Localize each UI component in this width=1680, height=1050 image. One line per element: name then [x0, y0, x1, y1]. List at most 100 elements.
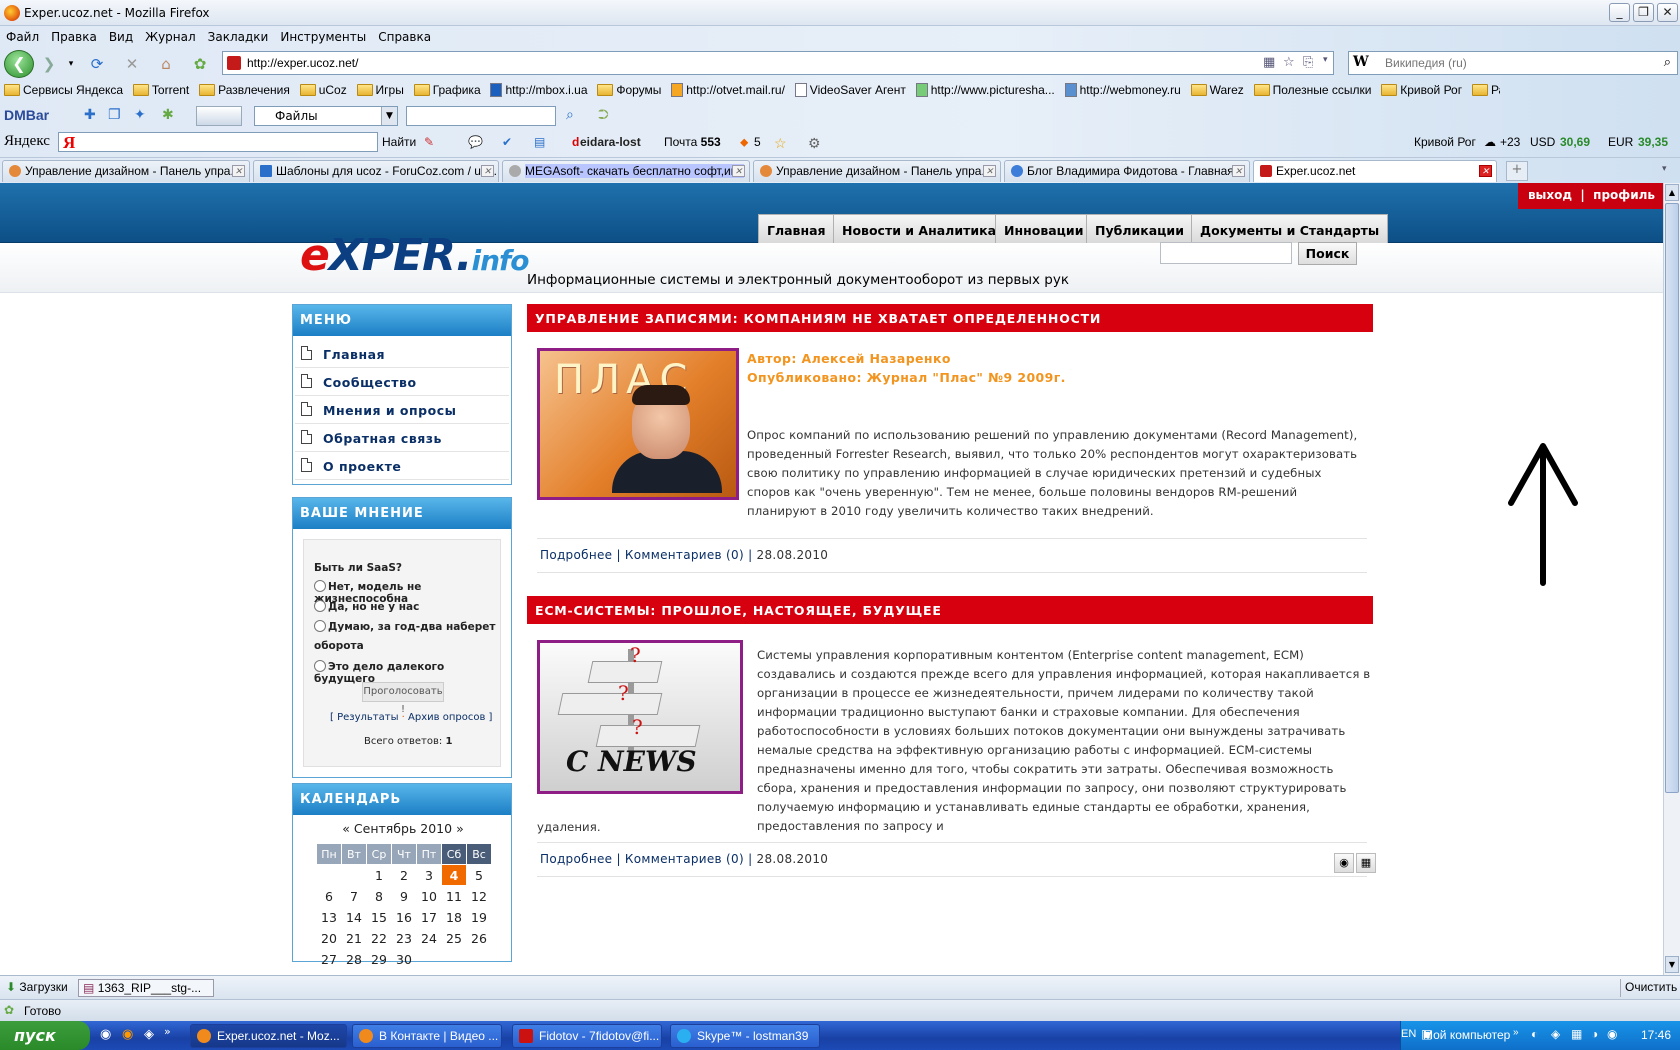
poll-archive-link[interactable]: Архив опросов	[408, 712, 485, 723]
menu-view[interactable]: Вид	[103, 27, 139, 44]
menu-history[interactable]: Журнал	[139, 27, 202, 44]
bookmark-item[interactable]: Torrent	[132, 80, 189, 97]
minimize-button[interactable]: _	[1609, 3, 1630, 22]
tray-security-icon[interactable]: ◈	[1551, 1027, 1560, 1041]
bookmark-item[interactable]: Форумы	[597, 80, 661, 97]
profile-link[interactable]: профиль	[1593, 188, 1655, 202]
bookmark-item[interactable]: VideoSaver Агент	[794, 80, 906, 97]
close-icon[interactable]: ✕	[481, 165, 494, 177]
close-icon[interactable]: ✕	[983, 165, 996, 177]
tray-mycomp[interactable]: Мой компьютер	[1423, 1028, 1510, 1042]
tray-skype-icon[interactable]: ◉	[1607, 1027, 1617, 1041]
dmbar-search-icon[interactable]: ⌕	[566, 107, 574, 123]
tab-megasoft[interactable]: MEGAsoft- скачать бесплатно софт,иг... ✕	[502, 160, 750, 182]
radio-button[interactable]	[314, 660, 326, 672]
rss-icon[interactable]: ▦	[1356, 853, 1376, 873]
document-icon[interactable]: ▤	[534, 135, 545, 149]
sidebar-item-feedback[interactable]: Обратная связь	[295, 424, 509, 452]
taskbar-item-vkontakte[interactable]: В Контакте | Видео ...	[352, 1024, 502, 1048]
tab-exper-active[interactable]: Exper.ucoz.net ✕	[1253, 160, 1497, 182]
nav-publications[interactable]: Публикации	[1086, 214, 1193, 244]
addon-icon[interactable]: ✿	[189, 53, 211, 75]
site-logo[interactable]: eXPER.info	[300, 230, 529, 281]
yandex-find-button[interactable]: Найти	[382, 135, 416, 149]
start-button[interactable]: пуск	[0, 1021, 90, 1050]
nav-news[interactable]: Новости и Аналитика	[833, 214, 1006, 244]
bookmark-item[interactable]: Игры	[356, 80, 404, 97]
scroll-up-icon[interactable]: ▲	[1665, 184, 1679, 201]
bookmark-item[interactable]: Warez	[1190, 80, 1244, 97]
dmbar-puzzle-icon[interactable]: ✦	[134, 107, 146, 123]
menu-file[interactable]: Файл	[0, 27, 45, 44]
tab-design-panel-2[interactable]: Управление дизайном - Панель упра... ✕	[753, 160, 1001, 182]
bookmark-item[interactable]: http://www.picturesha...	[915, 80, 1055, 97]
calendar-day-today[interactable]: 4	[442, 865, 466, 885]
forward-button[interactable]: ❯	[38, 53, 60, 75]
taskbar-item-skype[interactable]: Skype™ - lostman39	[670, 1024, 820, 1048]
nav-innovations[interactable]: Инновации	[995, 214, 1093, 244]
quicklaunch-app-icon[interactable]: ◈	[144, 1027, 154, 1042]
dmbar-windows-icon[interactable]: ❐	[108, 107, 121, 123]
bookmark-item[interactable]: Работа	[1471, 80, 1500, 97]
bookmark-item[interactable]: Полезные ссылки	[1253, 80, 1371, 97]
speech-icon[interactable]: 💬	[468, 135, 483, 149]
nav-documents[interactable]: Документы и Стандарты	[1191, 214, 1389, 244]
article-image[interactable]: ? ? ? C NEWS	[537, 640, 743, 794]
menu-help[interactable]: Справка	[372, 27, 437, 44]
bookmark-item[interactable]: Сервисы Яндекса	[4, 80, 123, 97]
tab-design-panel-1[interactable]: Управление дизайном - Панель упра... ✕	[2, 160, 250, 182]
translate-icon[interactable]: ⎘	[1303, 55, 1313, 70]
scrollbar-thumb[interactable]	[1665, 203, 1679, 793]
taskbar-item-filezilla[interactable]: Fidotov - 7fidotov@fi...	[512, 1024, 662, 1048]
article-image[interactable]: ПЛАС	[537, 348, 739, 500]
history-dropdown-icon[interactable]: ▾	[60, 53, 82, 75]
comments-link[interactable]: Комментариев (0)	[625, 548, 744, 562]
bookmark-item[interactable]: Кривой Рог	[1381, 80, 1462, 97]
url-input[interactable]	[247, 54, 1227, 72]
nav-home[interactable]: Главная	[758, 214, 835, 244]
bookmark-item[interactable]: http://webmoney.ru	[1064, 80, 1181, 97]
tray-expand-icon[interactable]: »	[1513, 1027, 1519, 1038]
reload-icon[interactable]: ⟳	[86, 53, 108, 75]
article-title[interactable]: УПРАВЛЕНИЕ ЗАПИСЯМИ: КОМПАНИЯМ НЕ ХВАТАЕ…	[527, 304, 1373, 332]
bookmark-item[interactable]: http://otvet.mail.ru/	[671, 80, 785, 97]
radio-button[interactable]	[314, 620, 326, 632]
vote-button[interactable]: Проголосовать !	[362, 682, 444, 715]
quicklaunch-firefox-icon[interactable]: ◉	[122, 1027, 133, 1042]
close-icon[interactable]: ✕	[1232, 165, 1245, 177]
check-icon[interactable]: ✔	[502, 135, 512, 149]
poll-option-2[interactable]: Да, но не у нас	[314, 600, 419, 613]
dmbar-arrow-icon[interactable]: ⮊	[598, 107, 609, 123]
tab-list-icon[interactable]: ▾	[1662, 164, 1667, 174]
quicklaunch-more-icon[interactable]: »	[164, 1025, 171, 1038]
article-title[interactable]: ECM-СИСТЕМЫ: ПРОШЛОЕ, НАСТОЯЩЕЕ, БУДУЩЕЕ	[527, 596, 1373, 624]
search-input[interactable]	[1385, 54, 1645, 72]
new-tab-button[interactable]: +	[1506, 161, 1528, 181]
tab-forucoz[interactable]: Шаблоны для ucoz - ForuCoz.com / uc... ✕	[253, 160, 499, 182]
yandex-label[interactable]: Яндекс	[4, 133, 50, 150]
sidebar-item-community[interactable]: Сообщество	[295, 368, 509, 396]
bookmark-item[interactable]: Графика	[413, 80, 481, 97]
search-icon[interactable]: ⌕	[1664, 55, 1671, 70]
poll-option-3[interactable]: Думаю, за год-два наберет	[314, 620, 495, 633]
dmbar-plus-icon[interactable]: ✚	[84, 107, 96, 123]
url-dropdown-icon[interactable]: ▾	[1323, 55, 1328, 65]
clear-downloads-button[interactable]: Очистить	[1620, 979, 1680, 997]
wikipedia-icon[interactable]: W	[1353, 54, 1369, 70]
quicklaunch-opera-icon[interactable]: ◉	[100, 1027, 111, 1042]
close-window-button[interactable]: ✕	[1657, 3, 1678, 22]
home-icon[interactable]: ⌂	[155, 53, 177, 75]
sidebar-item-about[interactable]: О проекте	[295, 452, 509, 480]
tray-app-icon[interactable]: ▦	[1571, 1027, 1582, 1041]
menu-bookmarks[interactable]: Закладки	[202, 27, 275, 44]
yandex-mail[interactable]: Почта 553	[664, 135, 721, 149]
close-icon[interactable]: ✕	[732, 165, 745, 177]
download-item[interactable]: ▤ 1363_RIP___stg-...	[78, 979, 214, 997]
tray-network-icon[interactable]: ◐	[1531, 1027, 1538, 1041]
star-bookmark-icon[interactable]: ☆	[1283, 55, 1295, 70]
sidebar-item-home[interactable]: Главная	[295, 340, 509, 368]
dmbar-combo[interactable]: Файлы ▼	[254, 106, 398, 126]
bookmark-item[interactable]: Развлечения	[199, 80, 290, 97]
radio-button[interactable]	[314, 600, 326, 612]
radio-button[interactable]	[314, 580, 326, 592]
